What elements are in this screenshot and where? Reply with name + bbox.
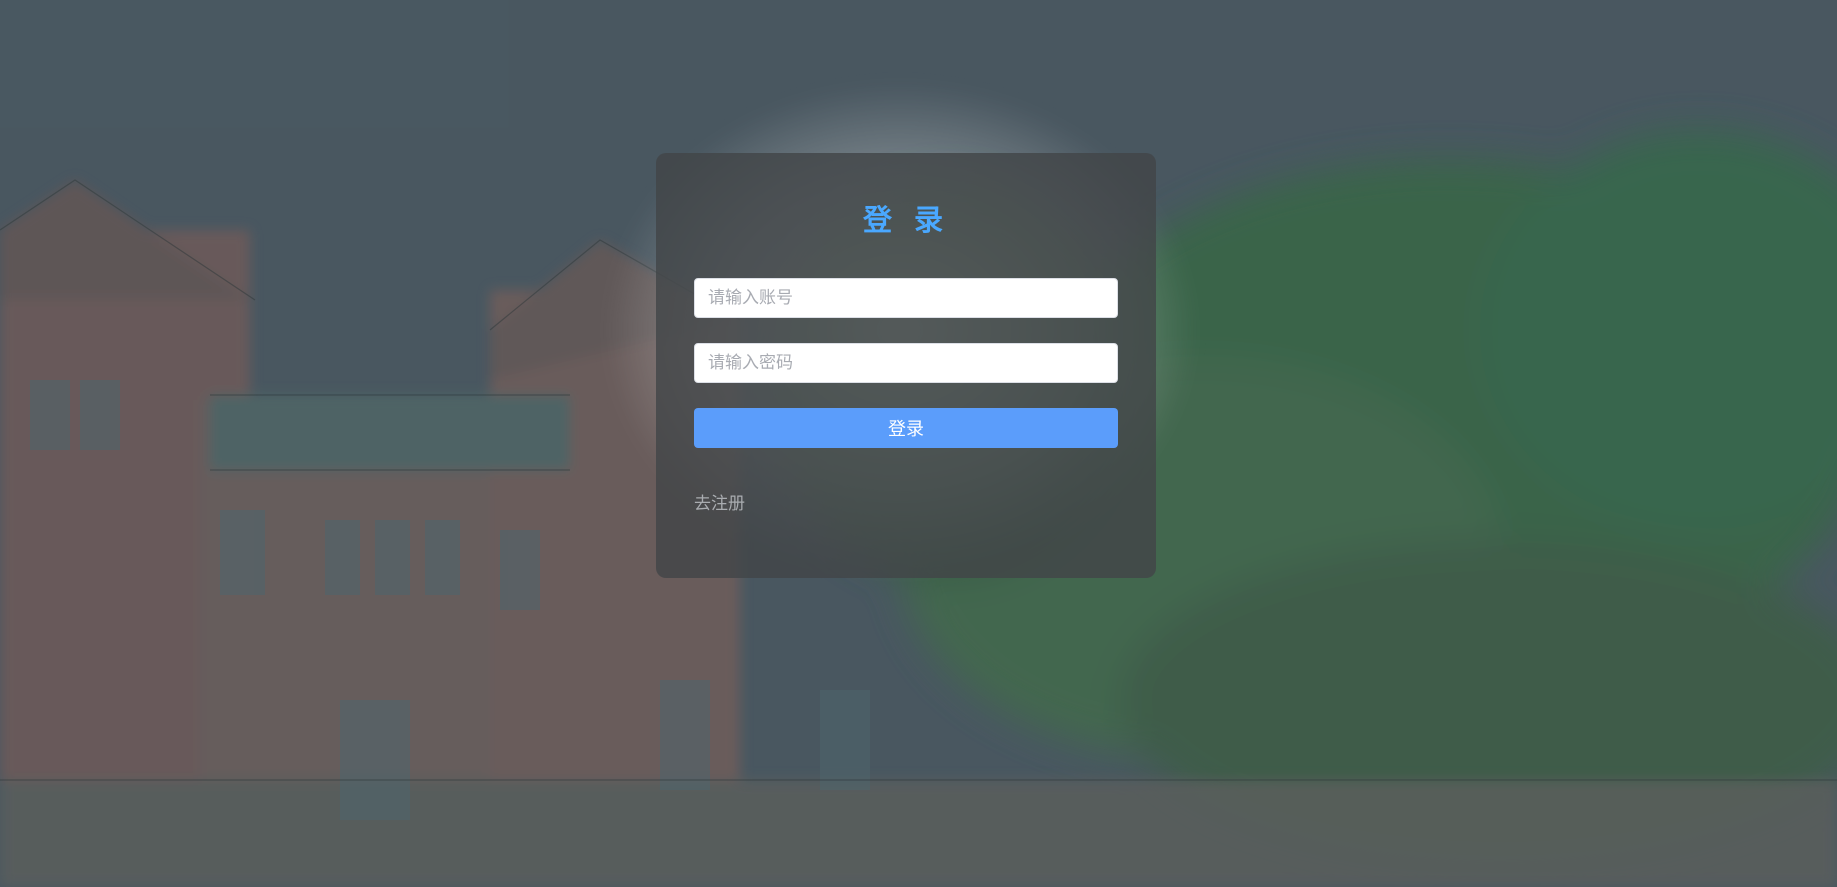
login-button[interactable]: 登录 — [694, 408, 1118, 448]
login-card: 登 录 登录 去注册 — [656, 153, 1156, 578]
account-input[interactable] — [694, 278, 1118, 318]
login-page: 登 录 登录 去注册 — [0, 0, 1837, 887]
login-title: 登 录 — [862, 203, 950, 237]
register-link[interactable]: 去注册 — [694, 489, 745, 514]
password-input[interactable] — [694, 343, 1118, 383]
